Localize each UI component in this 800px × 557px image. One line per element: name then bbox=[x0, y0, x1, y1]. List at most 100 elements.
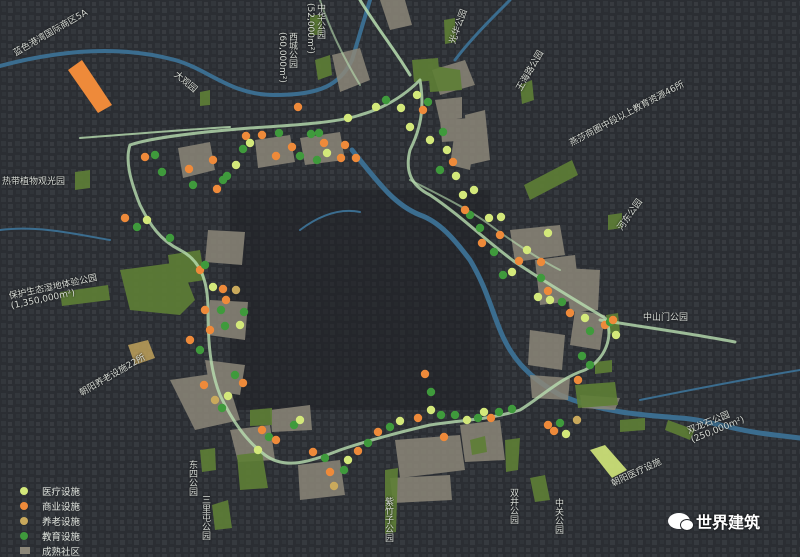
facility-dot bbox=[205, 325, 215, 335]
facility-dot bbox=[473, 413, 483, 423]
facility-dot bbox=[218, 175, 228, 185]
legend-label: 医疗设施 bbox=[42, 486, 81, 498]
facility-dot bbox=[220, 321, 230, 331]
facility-dot bbox=[611, 330, 621, 340]
facility-dot bbox=[199, 380, 209, 390]
facility-dot bbox=[545, 295, 555, 305]
facility-dot bbox=[543, 286, 553, 296]
facility-dot bbox=[217, 403, 227, 413]
facility-dot bbox=[565, 308, 575, 318]
facility-dot bbox=[325, 467, 335, 477]
facility-dot bbox=[320, 453, 330, 463]
facility-dot bbox=[339, 465, 349, 475]
facility-dot bbox=[351, 153, 361, 163]
facility-dot bbox=[306, 129, 316, 139]
facility-dot bbox=[450, 410, 460, 420]
facility-dot bbox=[469, 185, 479, 195]
map-canvas: 蓝色港湾国际商区5A 大观园 西城公园 (60,000m²) 中华公园 (52,… bbox=[0, 0, 800, 557]
facility-dot bbox=[185, 335, 195, 345]
legend-swatch bbox=[20, 516, 28, 525]
facility-dot bbox=[223, 391, 233, 401]
facility-dot bbox=[438, 127, 448, 137]
label-dongsi-park: 东四公园 bbox=[187, 460, 197, 496]
legend-label: 养老设施 bbox=[42, 516, 81, 528]
facility-dot bbox=[343, 113, 353, 123]
facility-dot bbox=[142, 215, 152, 225]
wechat-icon bbox=[668, 513, 694, 531]
legend-item-commercial: 商业设施 bbox=[20, 498, 80, 513]
map-legend: 医疗设施 商业设施 养老设施 教育设施 成熟社区 bbox=[20, 483, 80, 557]
facility-dot bbox=[573, 375, 583, 385]
facility-dot bbox=[479, 407, 489, 417]
facility-dot bbox=[322, 148, 332, 158]
legend-item-medical: 医疗设施 bbox=[20, 483, 80, 498]
facility-dot bbox=[208, 155, 218, 165]
legend-swatch bbox=[20, 547, 30, 554]
legend-item-elderly: 养老设施 bbox=[20, 513, 80, 528]
facility-dot bbox=[451, 171, 461, 181]
facility-dot bbox=[314, 128, 324, 138]
facility-dot bbox=[549, 426, 559, 436]
facility-dot bbox=[496, 212, 506, 222]
facility-dot bbox=[235, 320, 245, 330]
legend-swatch bbox=[20, 501, 28, 510]
facility-dot bbox=[413, 413, 423, 423]
facility-dot bbox=[489, 247, 499, 257]
facility-dot bbox=[253, 445, 263, 455]
facility-dot bbox=[371, 102, 381, 112]
watermark: 世界建筑 bbox=[668, 509, 760, 533]
label-zhongshanmen-park: 中山门公园 bbox=[643, 313, 689, 323]
facility-dot bbox=[425, 135, 435, 145]
facility-dot bbox=[195, 345, 205, 355]
facility-dot bbox=[486, 413, 496, 423]
label-tropical-garden: 热带植物观光园 bbox=[2, 177, 66, 187]
facility-dot bbox=[239, 307, 249, 317]
facility-dot bbox=[257, 425, 267, 435]
facility-dot bbox=[498, 270, 508, 280]
facility-dot bbox=[543, 420, 553, 430]
facility-dot bbox=[373, 427, 383, 437]
facility-dot bbox=[608, 315, 618, 325]
facility-dot bbox=[475, 223, 485, 233]
facility-dot bbox=[221, 295, 231, 305]
facility-dot bbox=[274, 128, 284, 138]
facility-dot bbox=[200, 305, 210, 315]
facility-dot bbox=[295, 151, 305, 161]
facility-dot bbox=[293, 102, 303, 112]
facility-dot bbox=[132, 222, 142, 232]
old-city-core bbox=[230, 190, 490, 410]
watermark-text: 世界建筑 bbox=[696, 513, 761, 532]
facility-dot bbox=[257, 130, 267, 140]
facility-dot bbox=[522, 245, 532, 255]
facility-dot bbox=[245, 138, 255, 148]
legend-item-education: 教育设施 bbox=[20, 528, 80, 543]
facility-dot bbox=[238, 144, 248, 154]
facility-dot bbox=[287, 142, 297, 152]
legend-swatch bbox=[20, 486, 28, 495]
facility-dot bbox=[543, 228, 553, 238]
facility-dot bbox=[216, 305, 226, 315]
facility-dot bbox=[150, 150, 160, 160]
facility-dot bbox=[340, 140, 350, 150]
facility-dot bbox=[435, 165, 445, 175]
legend-label: 教育设施 bbox=[42, 531, 81, 543]
facility-dot bbox=[329, 481, 339, 491]
facility-dot bbox=[561, 429, 571, 439]
label-zhonghua-park: 中华公园 (52,000m²) bbox=[305, 3, 325, 54]
facility-dot bbox=[458, 190, 468, 200]
facility-dot bbox=[555, 418, 565, 428]
facility-dot bbox=[212, 184, 222, 194]
facility-dot bbox=[420, 369, 430, 379]
facility-dot bbox=[494, 407, 504, 417]
facility-dot bbox=[577, 351, 587, 361]
legend-label: 成熟社区 bbox=[42, 546, 81, 557]
facility-dot bbox=[484, 213, 494, 223]
facility-dot bbox=[536, 257, 546, 267]
facility-dot bbox=[385, 422, 395, 432]
facility-dot bbox=[188, 180, 198, 190]
facility-dot bbox=[426, 405, 436, 415]
facility-dot bbox=[460, 205, 470, 215]
facility-dot bbox=[536, 273, 546, 283]
facility-dot bbox=[208, 282, 218, 292]
facility-dot bbox=[436, 410, 446, 420]
